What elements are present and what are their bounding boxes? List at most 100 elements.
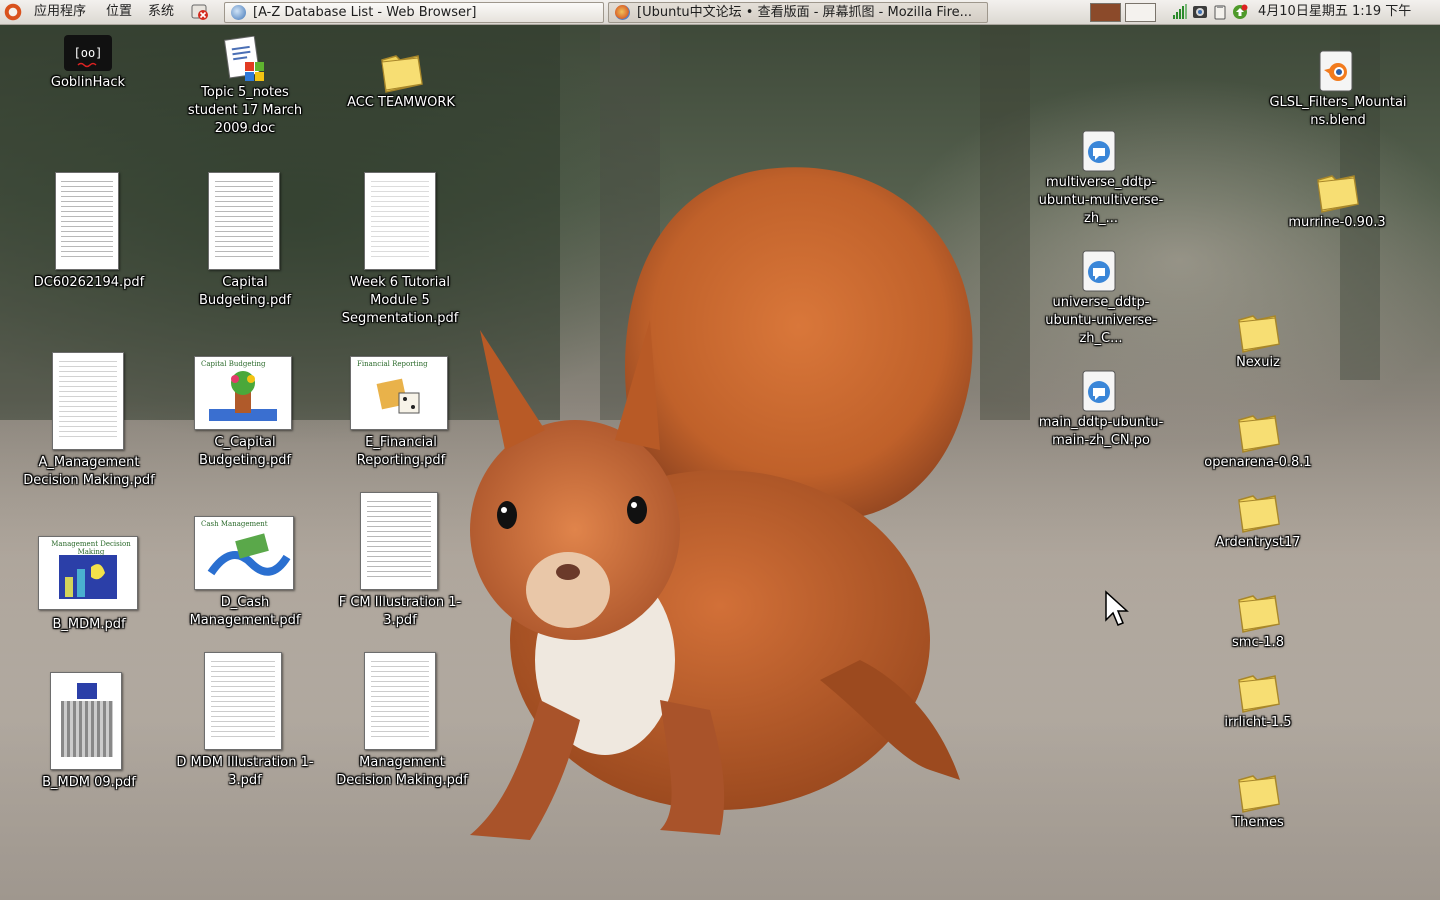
word-document-icon (223, 36, 264, 81)
workspace-2[interactable] (1125, 3, 1156, 22)
ubuntu-logo-icon[interactable] (4, 3, 22, 21)
desktop-icon-multiverse-po[interactable]: multiverse_ddtp-ubuntu-multiverse-zh_... (1028, 128, 1174, 230)
folder-icon (1238, 675, 1280, 713)
po-file-icon (1082, 370, 1116, 412)
icon-label: universe_ddtp-ubuntu-universe-zh_C... (1045, 295, 1157, 346)
desktop-icon-murrine[interactable]: murrine-0.90.3 (1272, 170, 1402, 234)
screenshot-app-icon[interactable] (1192, 4, 1208, 20)
icon-label: C_Capital Budgeting.pdf (198, 435, 292, 468)
panel-clock[interactable]: 4月10日星期五 1:19 下午 (1258, 0, 1411, 24)
icon-label: openarena-0.8.1 (1204, 455, 1312, 470)
folder-icon (1317, 175, 1359, 213)
icon-label: irrlicht-1.5 (1224, 715, 1292, 730)
web-browser-icon (231, 5, 246, 20)
pdf-thumbnail (364, 172, 436, 270)
desktop-icon-dc60262194[interactable]: DC60262194.pdf (24, 172, 154, 296)
taskbar-button-firefox[interactable]: [Ubuntu中文论坛 • 查看版面 - 屏幕抓图 - Mozilla Fire… (608, 2, 988, 23)
pdf-thumbnail (364, 652, 436, 750)
pdf-thumbnail (208, 172, 280, 270)
folder-icon (1238, 595, 1280, 633)
workspace-1[interactable] (1090, 3, 1121, 22)
icon-label: multiverse_ddtp-ubuntu-multiverse-zh_... (1038, 175, 1164, 226)
update-notifier-icon[interactable] (1232, 4, 1248, 20)
icon-label: Ardentryst17 (1215, 535, 1301, 550)
icon-label: D_Cash Management.pdf (189, 595, 301, 628)
taskbar-button-web-browser[interactable]: [A-Z Database List - Web Browser] (224, 2, 604, 23)
taskbar-button-label: [Ubuntu中文论坛 • 查看版面 - 屏幕抓图 - Mozilla Fire… (637, 5, 973, 20)
goblinhack-app-icon: [oo] (64, 35, 112, 71)
icon-label: DC60262194.pdf (33, 275, 145, 290)
desktop-icon-a-management[interactable]: A_Management Decision Making.pdf (22, 352, 156, 512)
system-menu[interactable]: 系统 (142, 0, 180, 24)
desktop-icon-openarena[interactable]: openarena-0.8.1 (1190, 410, 1326, 474)
slide-title: Management Decision Making (51, 540, 131, 556)
desktop-icon-nexuiz[interactable]: Nexuiz (1200, 310, 1316, 374)
desktop-icon-e-financial[interactable]: Financial Reporting E_Financial Reportin… (334, 356, 468, 474)
pdf-slide-thumbnail: Cash Management (194, 516, 294, 590)
svg-text:[oo]: [oo] (74, 46, 103, 60)
desktop-icon-d-mdm-illustration[interactable]: D MDM Illustration 1-3.pdf (176, 652, 314, 794)
icon-label: B_MDM 09.pdf (42, 775, 136, 790)
taskbar-button-label: [A-Z Database List - Web Browser] (253, 5, 477, 20)
pdf-thumbnail (55, 172, 119, 270)
folder-icon (1238, 315, 1280, 353)
desktop-icon-goblinhack[interactable]: [oo] GoblinHack (28, 32, 148, 94)
icon-label: Nexuiz (1236, 355, 1280, 370)
desktop-icon-b-mdm-09[interactable]: B_MDM 09.pdf (30, 672, 148, 796)
desktop-icon-fcm-illustration[interactable]: F CM Illustration 1-3.pdf (330, 492, 470, 634)
applications-menu[interactable]: 应用程序 (28, 0, 92, 24)
desktop-icon-universe-po[interactable]: universe_ddtp-ubuntu-universe-zh_C... (1028, 248, 1174, 350)
icon-label: Management Decision Making.pdf (336, 755, 468, 788)
pdf-slide-thumbnail: Management Decision Making (38, 536, 138, 610)
thumbnail-pattern (61, 701, 113, 757)
desktop-icon-topic5-notes[interactable]: Topic 5_notes student 17 March 2009.doc (180, 36, 310, 136)
folder-icon (1238, 775, 1280, 813)
slide-title: Cash Management (201, 520, 268, 528)
desktop-icon-c-capital[interactable]: Capital Budgeting C_Capital Budgeting.pd… (180, 356, 310, 474)
pdf-thumbnail (360, 492, 438, 590)
thumbnail-image (77, 683, 97, 699)
icon-label: A_Management Decision Making.pdf (23, 455, 155, 488)
pdf-thumbnail (50, 672, 122, 770)
icon-label: E_Financial Reporting.pdf (356, 435, 446, 468)
slide-title: Capital Budgeting (201, 360, 266, 368)
icon-label: main_ddtp-ubuntu-main-zh_CN.po (1038, 415, 1164, 448)
blender-file-icon (1319, 50, 1353, 92)
desktop-icon-acc-teamwork[interactable]: ACC TEAMWORK (338, 50, 464, 114)
pdf-slide-thumbnail: Capital Budgeting (194, 356, 292, 430)
icon-label: murrine-0.90.3 (1288, 215, 1386, 230)
desktop-icon-themes[interactable]: Themes (1200, 770, 1316, 834)
desktop-icon-capital-budgeting[interactable]: Capital Budgeting.pdf (176, 172, 314, 314)
desktop-icon-management-decision[interactable]: Management Decision Making.pdf (332, 652, 472, 812)
desktop-icon-week6-tutorial[interactable]: Week 6 Tutorial Module 5 Segmentation.pd… (330, 172, 470, 332)
icon-label: D MDM Illustration 1-3.pdf (176, 755, 314, 788)
desktop-icon-irrlicht[interactable]: irrlicht-1.5 (1200, 670, 1316, 734)
icon-label: GLSL_Filters_Mountains.blend (1269, 95, 1407, 128)
places-menu[interactable]: 位置 (100, 0, 138, 24)
folder-icon (381, 55, 423, 93)
icon-label: Topic 5_notes student 17 March 2009.doc (187, 85, 303, 136)
pdf-slide-thumbnail: Financial Reporting (350, 356, 448, 430)
pdf-thumbnail (52, 352, 124, 450)
icon-label: GoblinHack (50, 75, 126, 90)
desktop-icon-d-cash[interactable]: Cash Management D_Cash Management.pdf (180, 516, 310, 634)
quit-launcher-icon[interactable] (191, 3, 209, 21)
top-panel: 应用程序 位置 系统 [A-Z Database List - Web Brow… (0, 0, 1440, 25)
firefox-icon (615, 5, 630, 20)
icon-label: Week 6 Tutorial Module 5 Segmentation.pd… (341, 275, 459, 326)
clipboard-icon[interactable] (1212, 4, 1228, 20)
icon-label: B_MDM.pdf (52, 617, 126, 632)
network-signal-icon[interactable] (1172, 4, 1188, 20)
desktop-icon-main-po[interactable]: main_ddtp-ubuntu-main-zh_CN.po (1028, 368, 1174, 470)
mouse-pointer-icon (1105, 590, 1129, 626)
icon-label: Themes (1232, 815, 1284, 830)
desktop-icon-glsl-filters[interactable]: GLSL_Filters_Mountains.blend (1268, 48, 1408, 132)
po-file-icon (1082, 130, 1116, 172)
desktop-icon-smc[interactable]: smc-1.8 (1200, 590, 1316, 654)
icon-label: F CM Illustration 1-3.pdf (338, 595, 462, 628)
desktop-icon-b-mdm[interactable]: Management Decision Making B_MDM.pdf (30, 536, 148, 636)
slide-title: Financial Reporting (357, 360, 428, 368)
folder-icon (1238, 415, 1280, 453)
desktop-icon-ardentryst[interactable]: Ardentryst17 (1196, 490, 1320, 554)
icon-label: ACC TEAMWORK (347, 95, 455, 110)
